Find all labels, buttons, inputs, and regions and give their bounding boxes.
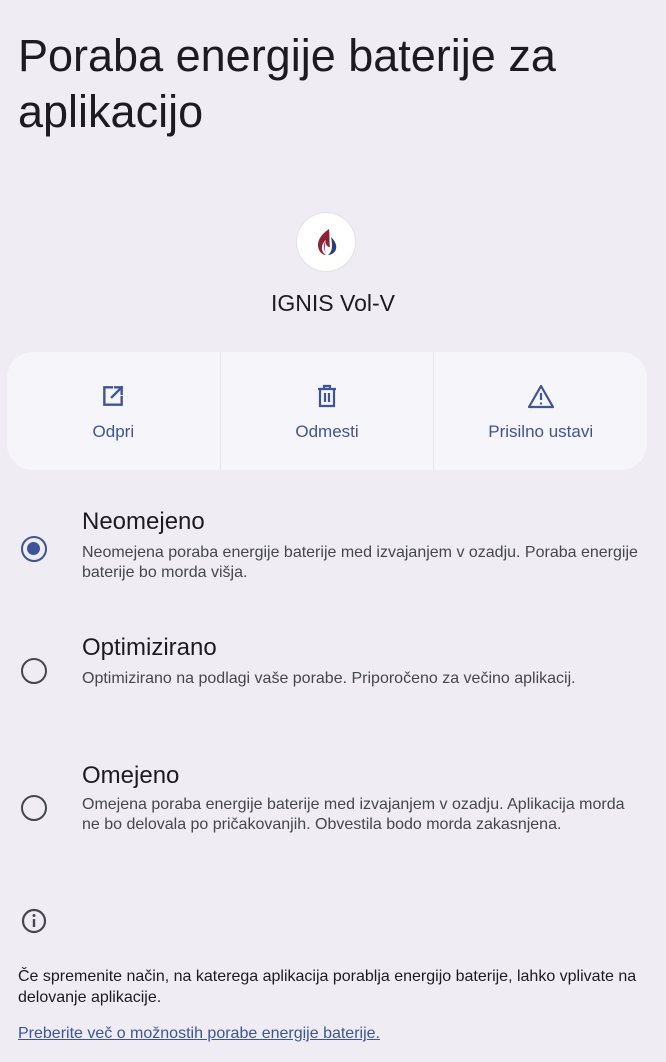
option-restricted[interactable]: Omejeno Omejena poraba energije baterije… (0, 759, 666, 869)
option-unrestricted[interactable]: Neomejeno Neomejena poraba energije bate… (0, 505, 666, 595)
open-label: Odpri (92, 422, 135, 441)
info-icon (21, 908, 47, 934)
app-name: IGNIS Vol-V (271, 290, 395, 316)
force-stop-label: Prisilno ustavi (488, 422, 594, 441)
radio-optimized[interactable] (21, 658, 47, 684)
option-title: Optimizirano (82, 634, 217, 661)
radio-restricted[interactable] (21, 795, 47, 821)
option-description: Omejena poraba energije baterije med izv… (82, 796, 625, 833)
battery-usage-page: Poraba energije baterije za aplikacijo I… (0, 0, 666, 1062)
option-title: Omejeno (82, 762, 180, 789)
learn-more-link[interactable]: Preberite več o možnostih porabe energij… (18, 1023, 380, 1044)
force-stop-button[interactable]: Prisilno ustavi (434, 352, 647, 470)
flame-logo-icon (318, 229, 337, 255)
app-icon (297, 213, 355, 271)
open-button[interactable]: Odpri (7, 352, 221, 470)
radio-unrestricted[interactable] (21, 536, 47, 562)
warning-icon (527, 382, 555, 410)
uninstall-button[interactable]: Odmesti (221, 352, 435, 470)
option-description: Neomejena poraba energije baterije med i… (82, 544, 638, 581)
page-title: Poraba energije baterije za aplikacijo (18, 30, 556, 137)
app-actions-bar: Odpri Odmesti Prisilno ustavi (7, 352, 647, 470)
option-optimized[interactable]: Optimizirano Optimizirano na podlagi vaš… (0, 631, 666, 721)
option-description: Optimizirano na podlagi vaše porabe. Pri… (82, 670, 576, 687)
open-external-icon (99, 382, 127, 410)
trash-icon (313, 382, 341, 410)
footer-info-text: Če spremenite način, na katerega aplikac… (18, 968, 637, 1006)
uninstall-label: Odmesti (295, 422, 359, 441)
option-title: Neomejeno (82, 508, 205, 535)
